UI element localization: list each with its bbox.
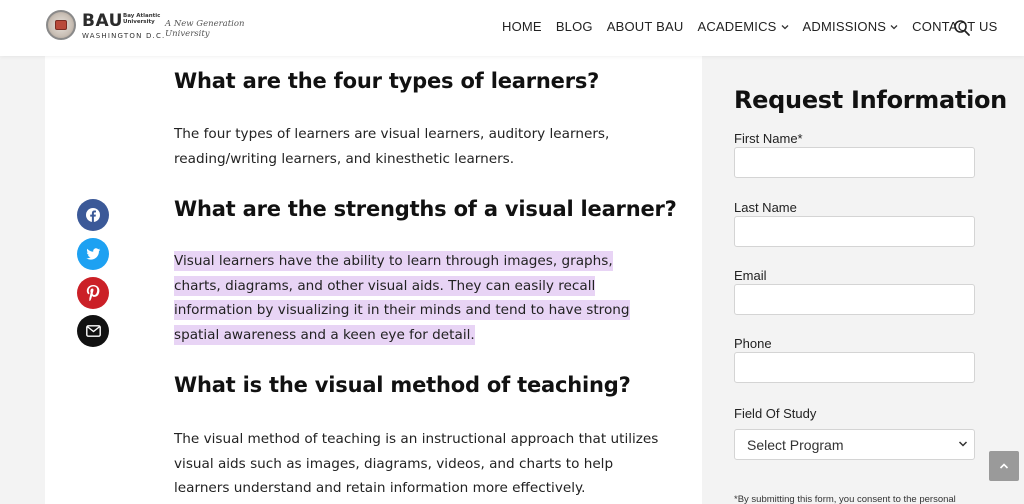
- share-email-button[interactable]: [77, 315, 109, 347]
- email-field[interactable]: [734, 284, 975, 315]
- nav-label: ADMISSIONS: [802, 19, 887, 34]
- nav-label: HOME: [502, 19, 542, 34]
- logo-location: WASHINGTON D.C.: [82, 32, 166, 40]
- share-facebook-button[interactable]: [77, 199, 109, 231]
- nav-about-bau[interactable]: ABOUT BAU: [607, 19, 684, 34]
- nav-home[interactable]: HOME: [502, 19, 542, 34]
- consent-text: *By submitting this form, you consent to…: [734, 494, 956, 504]
- chevron-down-icon: [781, 24, 789, 29]
- main-nav: HOME BLOG ABOUT BAU ACADEMICS ADMISSIONS…: [502, 19, 1011, 34]
- pinterest-icon: [86, 285, 100, 301]
- email-icon: [85, 325, 101, 337]
- phone-label: Phone: [734, 336, 772, 351]
- field-of-study-select[interactable]: Select Program: [734, 429, 975, 460]
- highlighted-text: Visual learners have the ability to lear…: [174, 251, 630, 345]
- nav-admissions[interactable]: ADMISSIONS: [803, 19, 899, 34]
- section-heading: What are the four types of learners?: [174, 69, 600, 93]
- bau-logo[interactable]: BAU Bay Atlantic University WASHINGTON D…: [46, 10, 256, 44]
- chevron-down-icon: [890, 24, 898, 29]
- first-name-label: First Name*: [734, 131, 803, 146]
- nav-label: ABOUT BAU: [606, 19, 684, 34]
- logo-name: BAU: [82, 11, 123, 31]
- university-seal-icon: [46, 10, 76, 40]
- site-header: BAU Bay Atlantic University WASHINGTON D…: [0, 0, 1024, 56]
- section-body: The four types of learners are visual le…: [174, 126, 610, 167]
- logo-tagline: A New Generation University: [165, 19, 245, 39]
- chevron-up-icon: [999, 463, 1009, 469]
- phone-field[interactable]: [734, 352, 975, 383]
- last-name-field[interactable]: [734, 216, 975, 247]
- section-heading: What is the visual method of teaching?: [174, 373, 631, 397]
- nav-blog[interactable]: BLOG: [556, 19, 593, 34]
- section-body: The visual method of teaching is an inst…: [174, 431, 659, 496]
- first-name-field[interactable]: [734, 147, 975, 178]
- nav-label: ACADEMICS: [697, 19, 777, 34]
- logo-name-sub: Bay Atlantic University: [123, 13, 161, 25]
- back-to-top-button[interactable]: [989, 451, 1019, 481]
- chevron-down-icon: [958, 441, 968, 447]
- twitter-icon: [85, 247, 100, 260]
- facebook-icon: [86, 208, 100, 222]
- section-heading: What are the strengths of a visual learn…: [174, 197, 677, 221]
- nav-academics[interactable]: ACADEMICS: [697, 19, 789, 34]
- share-twitter-button[interactable]: [77, 238, 109, 270]
- share-pinterest-button[interactable]: [77, 277, 109, 309]
- request-info-title: Request Information: [734, 86, 1007, 114]
- section-body-highlighted: Visual learners have the ability to lear…: [174, 249, 659, 347]
- nav-label: BLOG: [555, 19, 593, 34]
- field-of-study-label: Field Of Study: [734, 406, 817, 421]
- last-name-label: Last Name: [734, 200, 797, 215]
- search-icon[interactable]: [953, 19, 971, 37]
- select-value: Select Program: [747, 436, 844, 453]
- email-label: Email: [734, 268, 767, 283]
